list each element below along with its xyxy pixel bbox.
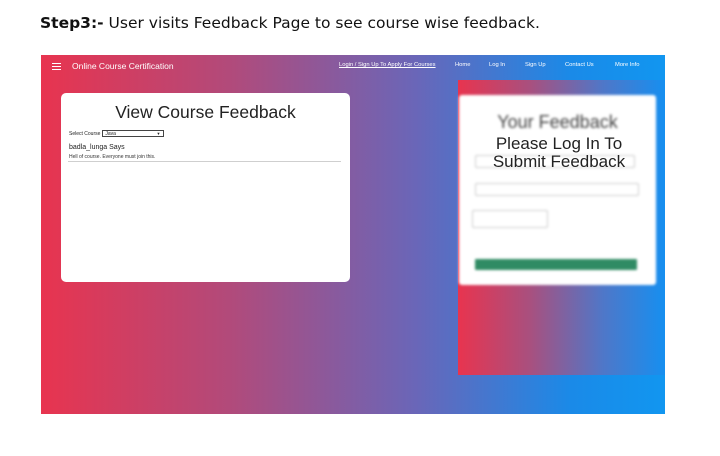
nav-login[interactable]: Log In: [489, 62, 505, 68]
feedback-form-title: Your Feedback: [497, 112, 618, 132]
step-caption: Step3:- User visits Feedback Page to see…: [40, 14, 540, 32]
bottom-gradient: [41, 375, 665, 414]
course-select-row: Select Course Java ▼: [69, 130, 165, 137]
feedback-author: badla_lunga Says: [69, 144, 125, 151]
step-label: Step3:-: [40, 14, 104, 32]
view-feedback-panel: View Course Feedback Select Course Java …: [61, 93, 350, 282]
feedback-divider: [68, 161, 341, 162]
nav-home[interactable]: Home: [455, 62, 470, 68]
hamburger-icon[interactable]: [52, 63, 61, 71]
submit-feedback-button: [475, 259, 637, 270]
brand-title[interactable]: Online Course Certification: [72, 61, 174, 71]
panel-title: View Course Feedback: [115, 102, 296, 122]
login-required-message: Please Log In To Submit Feedback: [492, 134, 626, 171]
nav-login-signup-apply[interactable]: Login / Sign Up To Apply For Courses: [339, 62, 436, 68]
app-screenshot: Online Course Certification Login / Sign…: [41, 55, 665, 414]
course-select[interactable]: Java ▼: [102, 130, 165, 137]
step-description: User visits Feedback Page to see course …: [103, 14, 540, 32]
chevron-down-icon: ▼: [156, 131, 161, 136]
nav-signup[interactable]: Sign Up: [525, 62, 546, 68]
feedback-comment: Hell of course. Everyone must join this.: [69, 154, 156, 160]
nav-more-info[interactable]: More Info: [615, 62, 640, 68]
nav-contact-us[interactable]: Contact Us: [565, 62, 594, 68]
feedback-textarea: [472, 210, 548, 228]
select-course-label: Select Course: [69, 130, 101, 137]
top-navbar: Online Course Certification Login / Sign…: [41, 55, 665, 80]
feedback-form-card: Your Feedback: [459, 95, 656, 285]
email-field: [475, 183, 639, 196]
course-select-value: Java: [105, 130, 116, 137]
